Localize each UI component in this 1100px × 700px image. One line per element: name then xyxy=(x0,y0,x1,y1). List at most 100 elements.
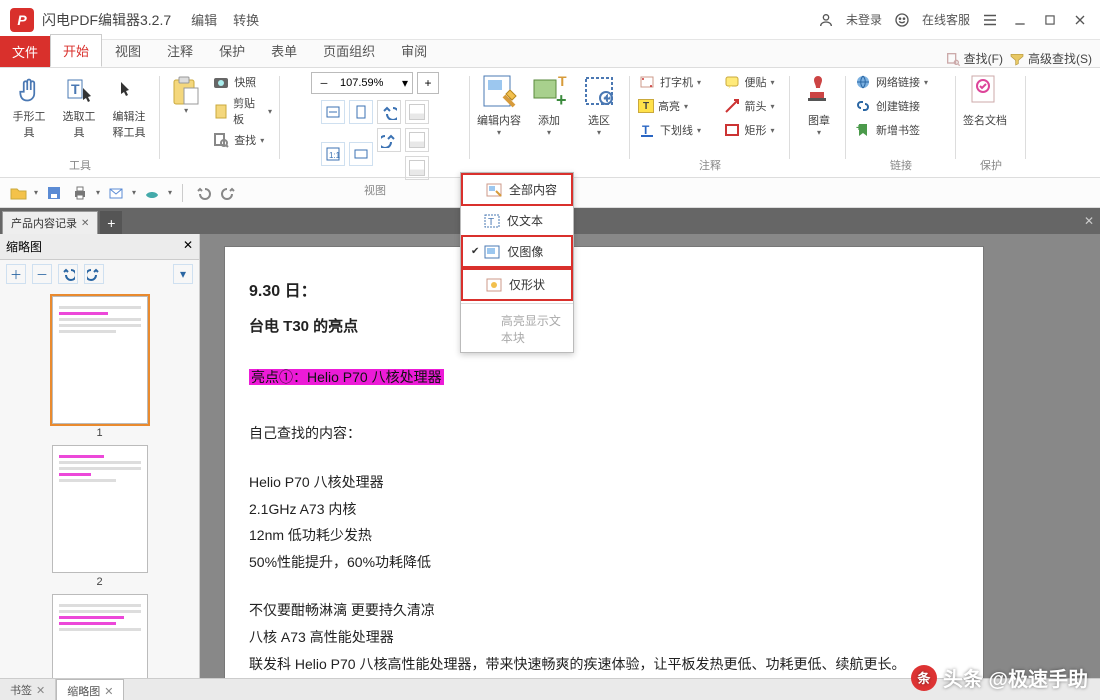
tab-file[interactable]: 文件 xyxy=(0,36,50,67)
thumbnail-1[interactable]: 1 xyxy=(52,296,148,439)
svg-text:T: T xyxy=(488,217,494,228)
group-label-link: 链接 xyxy=(852,155,950,173)
qt-scan-icon[interactable] xyxy=(142,183,162,203)
tab-form[interactable]: 表单 xyxy=(258,34,310,67)
panel-tab-thumbs[interactable]: 缩略图✕ xyxy=(56,679,124,700)
qt-undo-icon[interactable] xyxy=(193,183,213,203)
add-button[interactable]: T+添加▾ xyxy=(526,72,572,137)
thumb-rot-right[interactable] xyxy=(84,264,104,284)
sidebar-title: 缩略图 xyxy=(6,238,42,255)
arrow-button[interactable]: 箭头▾ xyxy=(721,96,785,116)
group-label-anno: 注释 xyxy=(636,155,784,173)
svg-text:+: + xyxy=(603,91,610,105)
layout-icon-2[interactable] xyxy=(405,128,429,152)
tab-protect[interactable]: 保护 xyxy=(206,34,258,67)
group-label-protect: 保护 xyxy=(962,155,1020,173)
stamp-button[interactable]: 图章▾ xyxy=(796,72,842,137)
paste-button[interactable]: ▾ xyxy=(166,72,206,117)
user-icon xyxy=(816,10,836,30)
zoom-in[interactable]: + xyxy=(417,72,439,94)
document-tab[interactable]: 产品内容记录✕ xyxy=(2,211,98,234)
hamburger-icon[interactable] xyxy=(980,10,1000,30)
new-tab-button[interactable]: + xyxy=(100,211,122,234)
rect-button[interactable]: 矩形▾ xyxy=(721,120,785,140)
thumb-menu[interactable]: ▾ xyxy=(173,264,193,284)
select-tool[interactable]: T选取工具 xyxy=(56,72,102,142)
page-content: 9.30 日： 台电 T30 的亮点 亮点①：Helio P70 八核处理器 自… xyxy=(224,246,984,678)
qt-redo-icon[interactable] xyxy=(219,183,239,203)
hand-tool[interactable]: 手形工具 xyxy=(6,72,52,142)
document-viewport[interactable]: 9.30 日： 台电 T30 的亮点 亮点①：Helio P70 八核处理器 自… xyxy=(200,234,1100,678)
menu-edit[interactable]: 编辑 xyxy=(187,8,221,31)
weblink-button[interactable]: 网络链接▾ xyxy=(852,72,950,92)
tab-start[interactable]: 开始 xyxy=(50,34,102,67)
bookmark-button[interactable]: +新增书签 xyxy=(852,120,950,140)
dropdown-shape[interactable]: 仅形状 xyxy=(461,268,573,301)
fit-visible-icon[interactable] xyxy=(349,142,373,166)
sticky-note-button[interactable]: 便贴▾ xyxy=(721,72,785,92)
thumbnail-2[interactable]: 2 xyxy=(52,445,148,588)
maximize-button[interactable] xyxy=(1040,10,1060,30)
tabstrip-close-icon[interactable]: ✕ xyxy=(1078,208,1100,234)
actual-size-icon[interactable]: 1:1 xyxy=(321,142,345,166)
edit-anno-tool[interactable]: 编辑注释工具 xyxy=(106,72,152,142)
qt-open-icon[interactable] xyxy=(8,183,28,203)
smile-icon xyxy=(892,10,912,30)
close-button[interactable] xyxy=(1070,10,1090,30)
thumb-rot-left[interactable] xyxy=(58,264,78,284)
layout-icon-3[interactable] xyxy=(405,156,429,180)
tab-pageorg[interactable]: 页面组织 xyxy=(310,34,388,67)
qt-print-icon[interactable] xyxy=(70,183,90,203)
dropdown-highlight-text: 高亮显示文本块 xyxy=(461,306,573,352)
fit-page-icon[interactable] xyxy=(349,100,373,124)
svg-text:+: + xyxy=(856,123,862,134)
app-logo: P xyxy=(10,8,34,32)
tab-annotate[interactable]: 注释 xyxy=(154,34,206,67)
zoom-out[interactable]: − xyxy=(312,75,336,91)
sidebar-close-icon[interactable]: ✕ xyxy=(183,238,193,255)
fit-width-icon[interactable] xyxy=(321,100,345,124)
layout-icon-1[interactable] xyxy=(405,100,429,124)
tab-review[interactable]: 审阅 xyxy=(388,34,440,67)
edit-content-dropdown: 全部内容 T仅文本 仅图像 仅形状 高亮显示文本块 xyxy=(460,172,574,353)
zoom-value[interactable]: 107.59% xyxy=(336,77,398,89)
rotate-left-icon[interactable] xyxy=(377,100,401,124)
dropdown-text[interactable]: T仅文本 xyxy=(461,206,573,235)
watermark: 条头条 @极速手助 xyxy=(911,663,1088,692)
login-status[interactable]: 未登录 xyxy=(846,11,882,28)
tab-view[interactable]: 视图 xyxy=(102,34,154,67)
minimize-button[interactable] xyxy=(1010,10,1030,30)
highlight-button[interactable]: T高亮▾ xyxy=(636,96,711,116)
menu-convert[interactable]: 转换 xyxy=(229,8,263,31)
find-button[interactable]: 查找(F) xyxy=(945,50,1003,67)
underline-button[interactable]: T下划线▾ xyxy=(636,120,711,140)
svg-text:T: T xyxy=(71,81,80,97)
zoom-dropdown[interactable]: ▾ xyxy=(398,76,412,90)
thumb-zoom-out[interactable]: － xyxy=(32,264,52,284)
qt-save-icon[interactable] xyxy=(44,183,64,203)
svg-text:+: + xyxy=(556,90,567,110)
sign-button[interactable]: 签名文档 xyxy=(962,72,1008,128)
rotate-right-icon[interactable] xyxy=(377,128,401,152)
svg-text:1:1: 1:1 xyxy=(329,151,341,160)
thumb-zoom-in[interactable]: ＋ xyxy=(6,264,26,284)
online-service[interactable]: 在线客服 xyxy=(922,11,970,28)
adv-find-button[interactable]: 高级查找(S) xyxy=(1009,50,1092,67)
dropdown-image[interactable]: 仅图像 xyxy=(461,235,573,268)
thumbnail-3[interactable]: 3 xyxy=(52,594,148,678)
dropdown-all[interactable]: 全部内容 xyxy=(461,173,573,206)
svg-text:T: T xyxy=(642,123,650,137)
panel-tab-bookmarks[interactable]: 书签✕ xyxy=(0,679,56,700)
search-button[interactable]: 查找 ▾ xyxy=(210,130,274,150)
close-doc-icon[interactable]: ✕ xyxy=(81,218,89,229)
typewriter-button[interactable]: 打字机▾ xyxy=(636,72,711,92)
snapshot-button[interactable]: 快照 xyxy=(210,72,274,92)
svg-text:T: T xyxy=(558,73,567,89)
makelink-button[interactable]: 创建链接 xyxy=(852,96,950,116)
qt-mail-icon[interactable] xyxy=(106,183,126,203)
group-label-view: 视图 xyxy=(286,180,464,198)
edit-content-button[interactable]: 编辑内容▾ xyxy=(476,72,522,137)
select-zone-button[interactable]: +选区▾ xyxy=(576,72,622,137)
app-title: 闪电PDF编辑器3.2.7 xyxy=(42,10,171,30)
clipboard-button[interactable]: 剪贴板 ▾ xyxy=(210,94,274,128)
